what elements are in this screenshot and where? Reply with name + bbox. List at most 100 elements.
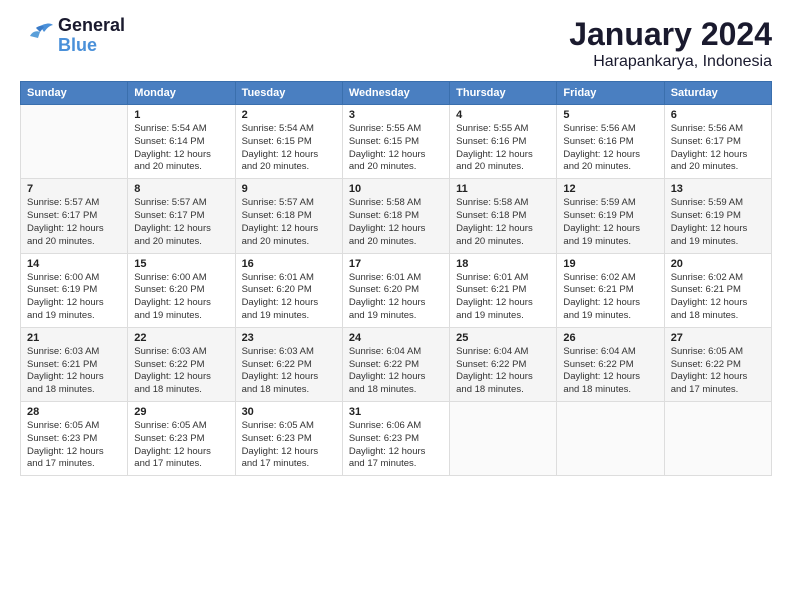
day-info: Sunrise: 6:03 AMSunset: 6:22 PMDaylight:… [242, 346, 319, 395]
day-number: 29 [134, 406, 228, 418]
page-subtitle: Harapankarya, Indonesia [569, 53, 772, 71]
table-row: 15 Sunrise: 6:00 AMSunset: 6:20 PMDayligh… [128, 253, 235, 327]
day-info: Sunrise: 6:05 AMSunset: 6:23 PMDaylight:… [242, 420, 319, 469]
logo-general: General [58, 16, 125, 36]
day-number: 14 [27, 258, 121, 270]
day-info: Sunrise: 5:54 AMSunset: 6:15 PMDaylight:… [242, 123, 319, 172]
day-info: Sunrise: 6:05 AMSunset: 6:22 PMDaylight:… [671, 346, 748, 395]
day-number: 26 [563, 332, 657, 344]
table-row: 12 Sunrise: 5:59 AMSunset: 6:19 PMDayligh… [557, 179, 664, 253]
day-info: Sunrise: 6:03 AMSunset: 6:22 PMDaylight:… [134, 346, 211, 395]
table-row: 19 Sunrise: 6:02 AMSunset: 6:21 PMDayligh… [557, 253, 664, 327]
col-friday: Friday [557, 82, 664, 105]
day-info: Sunrise: 6:00 AMSunset: 6:20 PMDaylight:… [134, 272, 211, 321]
day-number: 22 [134, 332, 228, 344]
table-row: 25Sunrise: 6:04 AMSunset: 6:22 PMDayligh… [450, 327, 557, 401]
day-info: Sunrise: 5:56 AMSunset: 6:16 PMDaylight:… [563, 123, 640, 172]
table-row: 5 Sunrise: 5:56 AMSunset: 6:16 PMDaylight… [557, 105, 664, 179]
day-info: Sunrise: 6:04 AMSunset: 6:22 PMDaylight:… [456, 346, 533, 395]
day-info: Sunrise: 5:57 AMSunset: 6:17 PMDaylight:… [134, 197, 211, 246]
day-info: Sunrise: 6:02 AMSunset: 6:21 PMDaylight:… [563, 272, 640, 321]
calendar-header-row: Sunday Monday Tuesday Wednesday Thursday… [21, 82, 772, 105]
table-row: 13 Sunrise: 5:59 AMSunset: 6:19 PMDayligh… [664, 179, 771, 253]
table-row: 28 Sunrise: 6:05 AMSunset: 6:23 PMDayligh… [21, 402, 128, 476]
calendar-week-row: 7 Sunrise: 5:57 AMSunset: 6:17 PMDaylight… [21, 179, 772, 253]
day-number: 9 [242, 183, 336, 195]
day-info: Sunrise: 6:01 AMSunset: 6:21 PMDaylight:… [456, 272, 533, 321]
day-number: 17 [349, 258, 443, 270]
calendar-week-row: 28 Sunrise: 6:05 AMSunset: 6:23 PMDayligh… [21, 402, 772, 476]
table-row: 14 Sunrise: 6:00 AMSunset: 6:19 PMDayligh… [21, 253, 128, 327]
day-number: 21 [27, 332, 121, 344]
day-info: Sunrise: 6:05 AMSunset: 6:23 PMDaylight:… [27, 420, 104, 469]
day-info: Sunrise: 6:01 AMSunset: 6:20 PMDaylight:… [242, 272, 319, 321]
day-number: 30 [242, 406, 336, 418]
day-number: 6 [671, 109, 765, 121]
table-row: 20 Sunrise: 6:02 AMSunset: 6:21 PMDayligh… [664, 253, 771, 327]
col-saturday: Saturday [664, 82, 771, 105]
table-row [450, 402, 557, 476]
table-row: 18Sunrise: 6:01 AMSunset: 6:21 PMDayligh… [450, 253, 557, 327]
calendar-week-row: 21 Sunrise: 6:03 AMSunset: 6:21 PMDayligh… [21, 327, 772, 401]
table-row: 23Sunrise: 6:03 AMSunset: 6:22 PMDayligh… [235, 327, 342, 401]
calendar-table: Sunday Monday Tuesday Wednesday Thursday… [20, 81, 772, 476]
table-row: 26Sunrise: 6:04 AMSunset: 6:22 PMDayligh… [557, 327, 664, 401]
table-row: 7 Sunrise: 5:57 AMSunset: 6:17 PMDaylight… [21, 179, 128, 253]
day-info: Sunrise: 5:59 AMSunset: 6:19 PMDaylight:… [563, 197, 640, 246]
logo: General Blue [20, 16, 125, 56]
day-number: 12 [563, 183, 657, 195]
day-number: 28 [27, 406, 121, 418]
table-row: 17 Sunrise: 6:01 AMSunset: 6:20 PMDayligh… [342, 253, 449, 327]
title-block: January 2024 Harapankarya, Indonesia [569, 16, 772, 71]
table-row: 4Sunrise: 5:55 AMSunset: 6:16 PMDaylight… [450, 105, 557, 179]
day-info: Sunrise: 5:56 AMSunset: 6:17 PMDaylight:… [671, 123, 748, 172]
day-info: Sunrise: 6:05 AMSunset: 6:23 PMDaylight:… [134, 420, 211, 469]
day-info: Sunrise: 5:57 AMSunset: 6:17 PMDaylight:… [27, 197, 104, 246]
table-row: 16 Sunrise: 6:01 AMSunset: 6:20 PMDayligh… [235, 253, 342, 327]
day-info: Sunrise: 5:54 AMSunset: 6:14 PMDaylight:… [134, 123, 211, 172]
table-row: 9Sunrise: 5:57 AMSunset: 6:18 PMDaylight… [235, 179, 342, 253]
table-row: 24Sunrise: 6:04 AMSunset: 6:22 PMDayligh… [342, 327, 449, 401]
day-info: Sunrise: 5:55 AMSunset: 6:15 PMDaylight:… [349, 123, 426, 172]
day-number: 13 [671, 183, 765, 195]
day-number: 5 [563, 109, 657, 121]
day-number: 27 [671, 332, 765, 344]
col-monday: Monday [128, 82, 235, 105]
calendar-week-row: 14 Sunrise: 6:00 AMSunset: 6:19 PMDayligh… [21, 253, 772, 327]
day-info: Sunrise: 6:06 AMSunset: 6:23 PMDaylight:… [349, 420, 426, 469]
table-row: 31Sunrise: 6:06 AMSunset: 6:23 PMDayligh… [342, 402, 449, 476]
table-row: 11 Sunrise: 5:58 AMSunset: 6:18 PMDayligh… [450, 179, 557, 253]
table-row: 10Sunrise: 5:58 AMSunset: 6:18 PMDayligh… [342, 179, 449, 253]
calendar-week-row: 1Sunrise: 5:54 AMSunset: 6:14 PMDaylight… [21, 105, 772, 179]
logo-blue: Blue [58, 36, 125, 56]
table-row: 27 Sunrise: 6:05 AMSunset: 6:22 PMDayligh… [664, 327, 771, 401]
day-number: 16 [242, 258, 336, 270]
day-number: 15 [134, 258, 228, 270]
table-row: 1Sunrise: 5:54 AMSunset: 6:14 PMDaylight… [128, 105, 235, 179]
day-info: Sunrise: 5:58 AMSunset: 6:18 PMDaylight:… [456, 197, 533, 246]
table-row: 2 Sunrise: 5:54 AMSunset: 6:15 PMDaylight… [235, 105, 342, 179]
col-tuesday: Tuesday [235, 82, 342, 105]
table-row: 22 Sunrise: 6:03 AMSunset: 6:22 PMDayligh… [128, 327, 235, 401]
day-number: 7 [27, 183, 121, 195]
day-info: Sunrise: 6:01 AMSunset: 6:20 PMDaylight:… [349, 272, 426, 321]
day-info: Sunrise: 5:59 AMSunset: 6:19 PMDaylight:… [671, 197, 748, 246]
logo-bird-icon [20, 22, 54, 50]
day-number: 4 [456, 109, 550, 121]
table-row: 29 Sunrise: 6:05 AMSunset: 6:23 PMDayligh… [128, 402, 235, 476]
table-row: 30 Sunrise: 6:05 AMSunset: 6:23 PMDayligh… [235, 402, 342, 476]
day-info: Sunrise: 5:58 AMSunset: 6:18 PMDaylight:… [349, 197, 426, 246]
day-number: 19 [563, 258, 657, 270]
day-number: 24 [349, 332, 443, 344]
day-number: 20 [671, 258, 765, 270]
table-row: 21 Sunrise: 6:03 AMSunset: 6:21 PMDayligh… [21, 327, 128, 401]
day-number: 2 [242, 109, 336, 121]
table-row: 6 Sunrise: 5:56 AMSunset: 6:17 PMDaylight… [664, 105, 771, 179]
day-number: 8 [134, 183, 228, 195]
col-sunday: Sunday [21, 82, 128, 105]
day-info: Sunrise: 6:03 AMSunset: 6:21 PMDaylight:… [27, 346, 104, 395]
day-info: Sunrise: 6:00 AMSunset: 6:19 PMDaylight:… [27, 272, 104, 321]
day-number: 11 [456, 183, 550, 195]
day-info: Sunrise: 6:02 AMSunset: 6:21 PMDaylight:… [671, 272, 748, 321]
day-number: 3 [349, 109, 443, 121]
